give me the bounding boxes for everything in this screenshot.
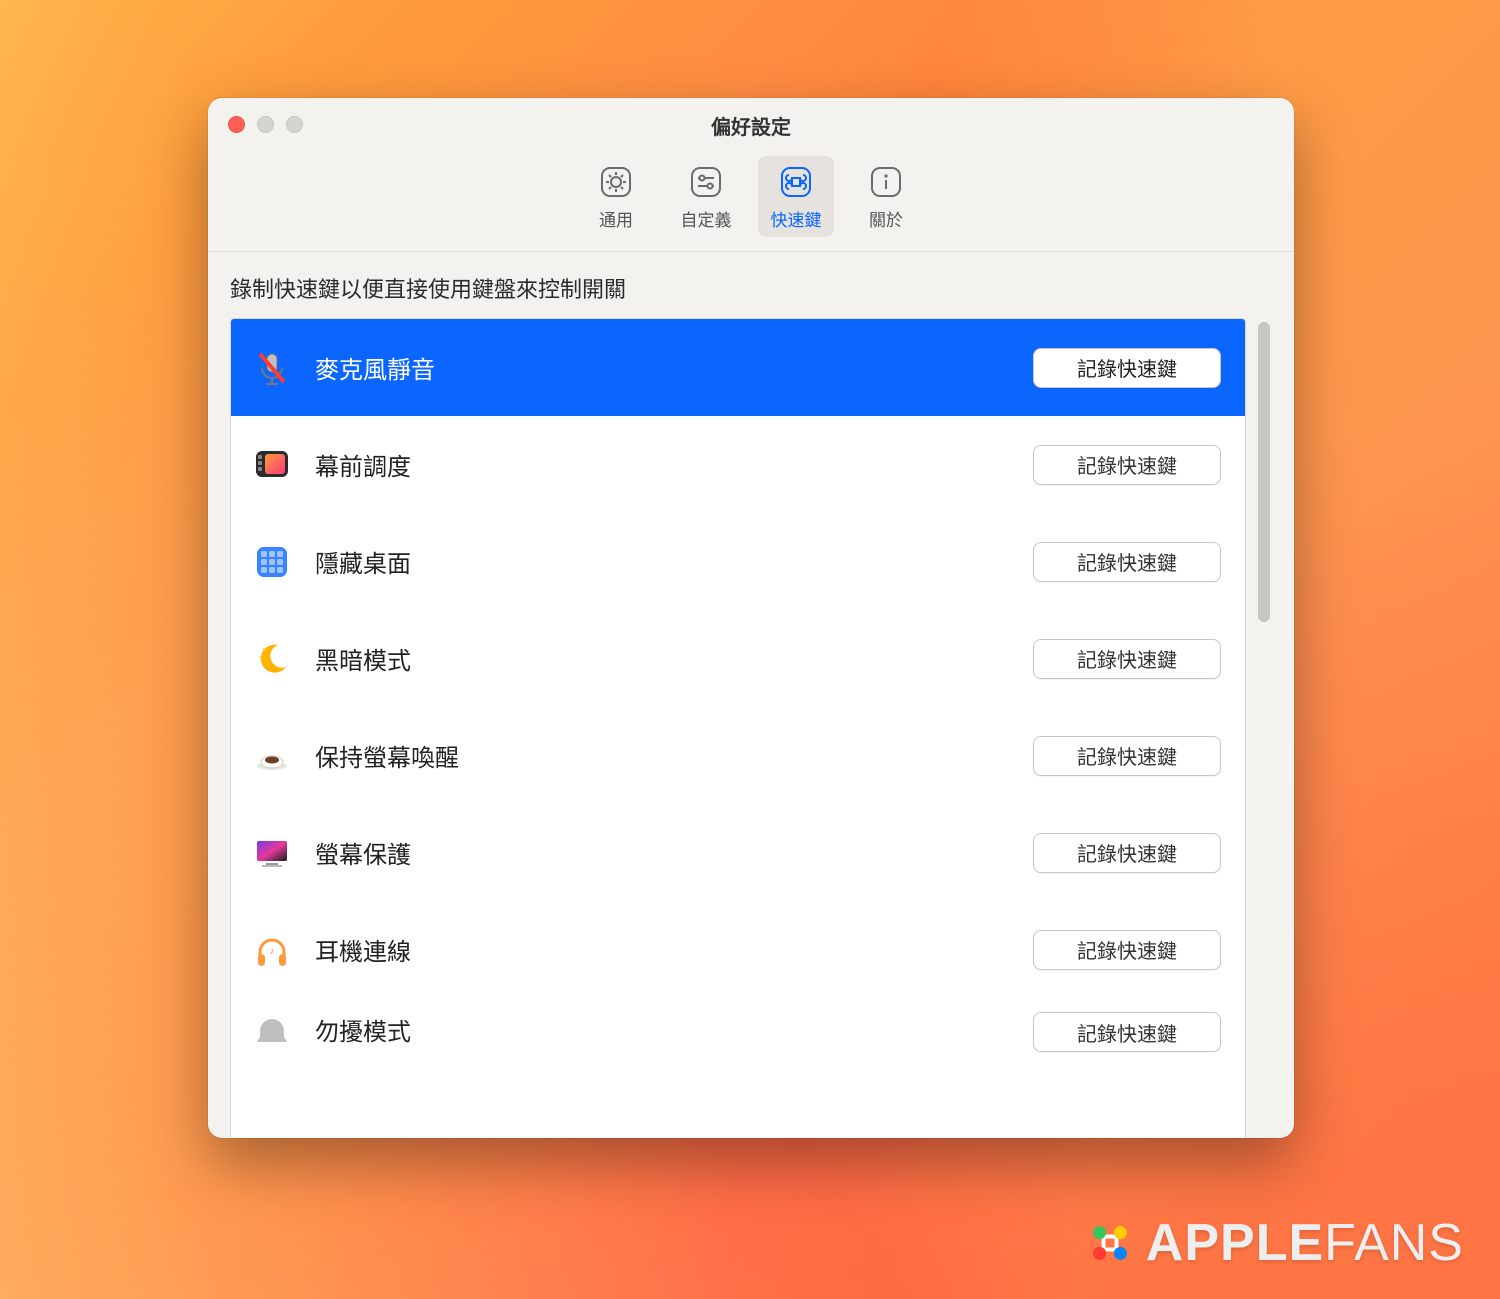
moon-icon: [251, 638, 293, 680]
tab-label: 自定義: [681, 206, 732, 231]
command-icon: [776, 162, 816, 202]
watermark: APPLEFANS: [1084, 1213, 1464, 1273]
list-row-dark-mode[interactable]: 黑暗模式 記錄快速鍵: [231, 610, 1245, 707]
record-shortcut-button[interactable]: 記錄快速鍵: [1033, 833, 1221, 873]
record-shortcut-button[interactable]: 記錄快速鍵: [1033, 639, 1221, 679]
row-label: 幕前調度: [315, 447, 1011, 482]
scrollbar[interactable]: [1256, 320, 1272, 1138]
zoom-window-button[interactable]: [286, 116, 303, 133]
shortcut-list: 麥克風靜音 記錄快速鍵 幕前調度 記錄快速鍵 隱藏桌面 記錄快速鍵: [230, 318, 1246, 1138]
desktop-grid-icon: [251, 541, 293, 583]
list-row-screensaver[interactable]: 螢幕保護 記錄快速鍵: [231, 804, 1245, 901]
instruction-text: 錄制快速鍵以便直接使用鍵盤來控制開關: [230, 272, 1272, 304]
watermark-logo-icon: [1084, 1217, 1136, 1269]
close-window-button[interactable]: [228, 116, 245, 133]
sliders-icon: [686, 162, 726, 202]
content-area: 錄制快速鍵以便直接使用鍵盤來控制開關 麥克風靜音 記錄快速鍵 幕前調度 記錄快速…: [208, 252, 1294, 1138]
list-wrap: 麥克風靜音 記錄快速鍵 幕前調度 記錄快速鍵 隱藏桌面 記錄快速鍵: [230, 318, 1272, 1138]
list-row-dnd[interactable]: 勿擾模式 記錄快速鍵: [231, 998, 1245, 1058]
tab-label: 通用: [599, 206, 633, 231]
stage-manager-icon: [251, 444, 293, 486]
tab-customize[interactable]: 自定義: [668, 156, 744, 237]
watermark-text: APPLEFANS: [1146, 1213, 1464, 1273]
tab-shortcuts[interactable]: 快速鍵: [758, 156, 834, 237]
coffee-icon: [251, 735, 293, 777]
window-title: 偏好設定: [711, 111, 791, 140]
list-row-hide-desktop[interactable]: 隱藏桌面 記錄快速鍵: [231, 513, 1245, 610]
screensaver-icon: [251, 832, 293, 874]
toolbar: 通用 自定義 快速鍵 關於: [208, 152, 1294, 252]
row-label: 螢幕保護: [315, 835, 1011, 870]
list-row-mic-mute[interactable]: 麥克風靜音 記錄快速鍵: [231, 319, 1245, 416]
svg-text:♪: ♪: [270, 946, 275, 956]
row-label: 黑暗模式: [315, 641, 1011, 676]
headphones-icon: ♪: [251, 929, 293, 971]
row-label: 保持螢幕喚醒: [315, 738, 1011, 773]
preferences-window: 偏好設定 通用 自定義 快速鍵 關於 錄制: [208, 98, 1294, 1138]
dnd-icon: [251, 1012, 293, 1054]
tab-about[interactable]: 關於: [848, 156, 924, 237]
tab-general[interactable]: 通用: [578, 156, 654, 237]
scrollbar-thumb[interactable]: [1258, 322, 1270, 622]
row-label: 隱藏桌面: [315, 544, 1011, 579]
list-row-keep-awake[interactable]: 保持螢幕喚醒 記錄快速鍵: [231, 707, 1245, 804]
row-label: 麥克風靜音: [315, 350, 1011, 385]
tab-label: 關於: [869, 206, 903, 231]
record-shortcut-button[interactable]: 記錄快速鍵: [1033, 736, 1221, 776]
mic-mute-icon: [251, 347, 293, 389]
row-label: 耳機連線: [315, 932, 1011, 967]
minimize-window-button[interactable]: [257, 116, 274, 133]
record-shortcut-button[interactable]: 記錄快速鍵: [1033, 930, 1221, 970]
list-row-stage-manager[interactable]: 幕前調度 記錄快速鍵: [231, 416, 1245, 513]
info-icon: [866, 162, 906, 202]
titlebar: 偏好設定: [208, 98, 1294, 152]
traffic-lights: [228, 116, 303, 133]
record-shortcut-button[interactable]: 記錄快速鍵: [1033, 542, 1221, 582]
record-shortcut-button[interactable]: 記錄快速鍵: [1033, 348, 1221, 388]
record-shortcut-button[interactable]: 記錄快速鍵: [1033, 1012, 1221, 1052]
list-row-headphones[interactable]: ♪ 耳機連線 記錄快速鍵: [231, 901, 1245, 998]
gear-icon: [596, 162, 636, 202]
record-shortcut-button[interactable]: 記錄快速鍵: [1033, 445, 1221, 485]
tab-label: 快速鍵: [771, 206, 822, 231]
row-label: 勿擾模式: [315, 1012, 1011, 1047]
